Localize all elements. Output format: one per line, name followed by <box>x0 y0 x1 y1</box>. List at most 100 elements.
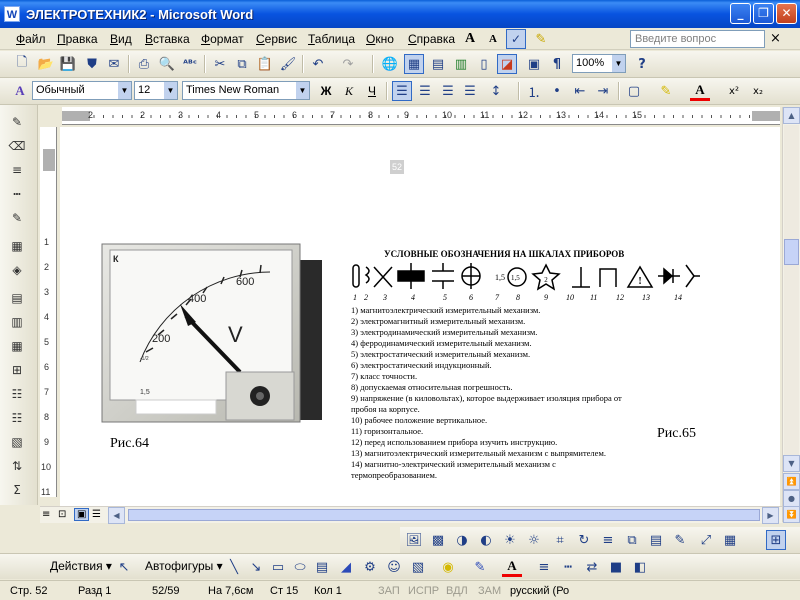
hyperlink-icon[interactable]: 🌐 <box>380 54 400 74</box>
restore-icon[interactable]: ❐ <box>753 3 774 24</box>
3d-icon[interactable]: ◧ <box>630 557 650 577</box>
next-page-icon[interactable]: ⏬ <box>783 506 800 523</box>
draw-font-color-icon[interactable]: A <box>502 557 522 577</box>
italic-button[interactable]: К <box>339 81 359 101</box>
vertical-scrollbar[interactable]: ▲ ▼ ⏫ ● ⏬ <box>782 107 800 523</box>
merge-cells-icon[interactable]: ▥ <box>6 313 28 331</box>
crop-icon[interactable]: ⌗ <box>550 530 570 550</box>
zoom-select[interactable]: 100% ▼ <box>572 54 626 73</box>
align-left-icon[interactable]: ☰ <box>392 81 412 101</box>
compress-icon[interactable]: ⧉ <box>622 530 642 550</box>
line-spacing-icon[interactable]: ↕ <box>486 81 506 101</box>
arrow-style-icon[interactable]: ⇄ <box>582 557 602 577</box>
document-map-icon[interactable]: ▣ <box>524 54 544 74</box>
horizontal-ruler[interactable]: 2 2 3 4 5 6 7 8 9 10 11 12 13 14 15 <box>62 107 780 125</box>
previous-page-icon[interactable]: ⏫ <box>783 473 800 490</box>
font-color-icon[interactable]: A <box>690 81 710 101</box>
arrow-icon[interactable]: ↘ <box>246 557 266 577</box>
document-page[interactable]: 52 К 200 400 600 V 1,5 -1/2 Рис.64 УСЛОВ… <box>60 127 780 506</box>
highlight-menu-icon[interactable]: ✎ <box>531 29 551 49</box>
status-rec[interactable]: ЗАП <box>378 585 400 597</box>
sort-icon[interactable]: ⇅ <box>6 457 28 475</box>
menu-file[interactable]: Файл <box>16 32 46 46</box>
chevron-down-icon[interactable]: ▼ <box>118 82 131 99</box>
permission-icon[interactable]: ⛊ <box>82 54 102 74</box>
menu-format[interactable]: Формат <box>201 32 244 46</box>
increase-indent-icon[interactable]: ⇥ <box>593 81 613 101</box>
distribute-rows-icon[interactable]: ☷ <box>6 385 28 403</box>
web-view-icon[interactable]: ⊡ <box>58 509 66 520</box>
justify-icon[interactable]: ☰ <box>460 81 480 101</box>
oval-icon[interactable]: ⬭ <box>290 557 310 577</box>
bold-button[interactable]: Ж <box>316 81 336 101</box>
outline-view-icon[interactable]: ☰ <box>92 509 101 520</box>
voltmeter-image[interactable]: К 200 400 600 V 1,5 -1/2 <box>100 242 325 427</box>
border-color-icon[interactable]: ✎ <box>6 209 28 227</box>
chevron-down-icon[interactable]: ▼ <box>612 55 625 72</box>
undo-icon[interactable]: ↶ <box>308 54 328 74</box>
picture-color-icon[interactable]: ▩ <box>428 530 448 550</box>
line-style-icon[interactable]: ≡ <box>6 161 28 179</box>
highlight-icon[interactable]: ✎ <box>656 81 676 101</box>
copy-icon[interactable]: ⧉ <box>232 54 252 74</box>
distribute-columns-icon[interactable]: ☷ <box>6 409 28 427</box>
word-app-icon[interactable]: W <box>4 6 20 22</box>
scroll-left-icon[interactable]: ◀ <box>108 507 125 524</box>
reset-picture-icon[interactable]: ▦ <box>720 530 740 550</box>
menu-insert[interactable]: Вставка <box>145 32 190 46</box>
horizontal-scrollbar[interactable]: ≡ ⊡ ▣ ☰ ◀ ▶ <box>40 506 782 524</box>
style-select[interactable]: Обычный ▼ <box>32 81 132 100</box>
diagram-icon[interactable]: ⚙ <box>360 557 380 577</box>
format-picture-icon[interactable]: ✎ <box>670 530 690 550</box>
styles-icon[interactable]: A <box>10 81 30 101</box>
cut-icon[interactable]: ✂ <box>210 54 230 74</box>
split-cells-icon[interactable]: ▦ <box>6 337 28 355</box>
rectangle-icon[interactable]: ▭ <box>268 557 288 577</box>
menu-help[interactable]: Справка <box>408 32 455 46</box>
numbering-icon[interactable]: ⒈ <box>524 81 544 101</box>
open-icon[interactable]: 📂 <box>36 54 56 74</box>
scroll-track[interactable] <box>784 125 799 493</box>
text-wrap-icon[interactable]: ▤ <box>646 530 666 550</box>
scroll-up-icon[interactable]: ▲ <box>783 107 800 124</box>
status-ovr[interactable]: ЗАМ <box>478 585 501 597</box>
insert-excel-icon[interactable]: ▥ <box>451 54 471 74</box>
sum-icon[interactable]: Σ <box>6 481 28 499</box>
redo-icon[interactable]: ↷ <box>338 54 358 74</box>
format-painter-icon[interactable]: 🖌 <box>278 54 298 74</box>
print-layout-view-icon[interactable]: ▣ <box>74 508 90 521</box>
insert-picture-icon[interactable]: 🖼 <box>404 530 424 550</box>
line-weight-icon[interactable]: ≡ <box>534 557 554 577</box>
more-contrast-icon[interactable]: ◑ <box>452 530 472 550</box>
autoshapes-menu[interactable]: Автофигуры ▾ <box>145 559 223 573</box>
more-brightness-icon[interactable]: ☀ <box>500 530 520 550</box>
chevron-down-icon[interactable]: ▼ <box>164 82 177 99</box>
select-browse-object-icon[interactable]: ● <box>783 490 800 507</box>
less-brightness-icon[interactable]: ☼ <box>524 530 544 550</box>
gridlines-icon[interactable]: ⊞ <box>766 530 786 550</box>
spelling-icon[interactable]: ᴬᴮᶜ <box>180 54 200 74</box>
close-icon[interactable]: ✕ <box>776 3 797 24</box>
scroll-thumb[interactable] <box>128 509 760 521</box>
clear-format-icon[interactable]: ✓ <box>506 29 526 49</box>
print-icon[interactable]: ⎙ <box>134 54 154 74</box>
insert-table-left-icon[interactable]: ▤ <box>6 289 28 307</box>
tables-borders-icon[interactable]: ▦ <box>404 54 424 74</box>
show-formatting-icon[interactable]: ¶ <box>547 54 567 74</box>
decrease-indent-icon[interactable]: ⇤ <box>570 81 590 101</box>
print-preview-icon[interactable]: 🔍 <box>157 54 177 74</box>
rotate-icon[interactable]: ↻ <box>574 530 594 550</box>
columns-icon[interactable]: ▯ <box>474 54 494 74</box>
help-icon[interactable]: ? <box>632 54 652 74</box>
font-size-select[interactable]: 12 ▼ <box>134 81 178 100</box>
scroll-right-icon[interactable]: ▶ <box>762 507 779 524</box>
bullets-icon[interactable]: • <box>547 81 567 101</box>
scroll-thumb[interactable] <box>784 239 799 265</box>
insert-table-icon[interactable]: ▤ <box>428 54 448 74</box>
align-right-icon[interactable]: ☰ <box>438 81 458 101</box>
actions-menu[interactable]: Действия ▾ <box>50 559 112 573</box>
center-icon[interactable]: ☰ <box>415 81 435 101</box>
set-transparent-icon[interactable]: ⤢ <box>696 530 716 550</box>
dash-icon[interactable]: ┅ <box>558 557 578 577</box>
eraser-icon[interactable]: ⌫ <box>6 137 28 155</box>
